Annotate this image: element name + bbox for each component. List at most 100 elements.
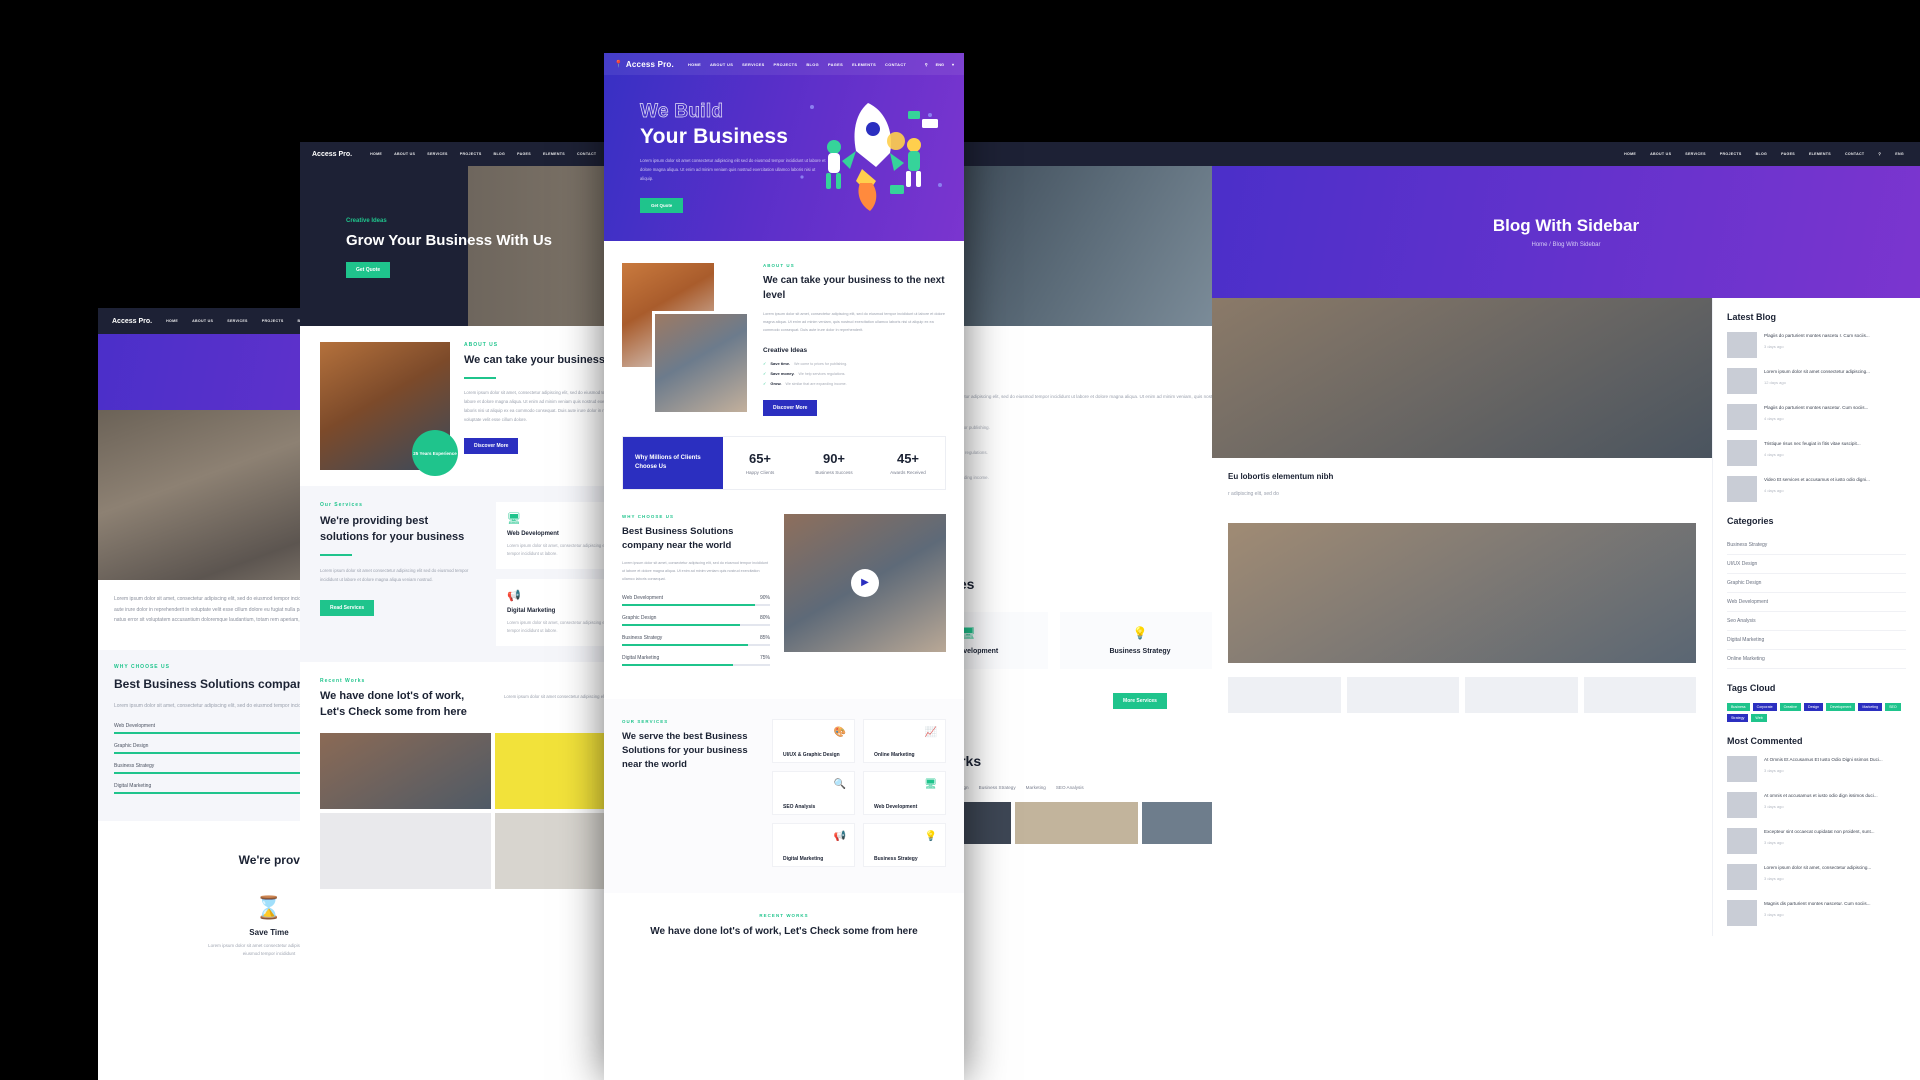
- p3-tag[interactable]: Design: [1803, 703, 1824, 711]
- check-icon: ✓: [763, 380, 767, 386]
- play-icon[interactable]: ▶: [851, 568, 879, 597]
- p3-tag[interactable]: SEO: [1885, 703, 1901, 711]
- p2-nav-about[interactable]: ABOUT US: [394, 152, 415, 156]
- service-card[interactable]: 🖥 Web Development: [863, 770, 946, 815]
- p3-category[interactable]: Graphic Design: [1727, 574, 1906, 593]
- search-icon[interactable]: ⚲: [1878, 152, 1881, 156]
- service-card[interactable]: 📢 Digital Marketing: [772, 822, 855, 867]
- p3-category[interactable]: Business Strategy: [1727, 536, 1906, 555]
- p2-nav-blog[interactable]: BLOG: [494, 152, 506, 156]
- p3-category[interactable]: Web Development: [1727, 593, 1906, 612]
- p3-nav-projects[interactable]: PROJECTS: [1720, 152, 1742, 156]
- site-logo[interactable]: 📍 Access Pro.: [614, 60, 674, 69]
- p3-latest-post[interactable]: Plagiis do parturient montes nascetu r. …: [1727, 332, 1906, 358]
- about-discover-button[interactable]: Discover More: [763, 399, 818, 416]
- p3-nav-home[interactable]: HOME: [1624, 152, 1636, 156]
- p3-lang[interactable]: ENG: [1895, 152, 1904, 156]
- p3-category[interactable]: Seo Analysis: [1727, 612, 1906, 631]
- p3-latest-post[interactable]: Video Et services et accusamus et iusto …: [1727, 476, 1906, 502]
- p2-logo[interactable]: Access Pro.: [312, 151, 352, 158]
- p3-tag[interactable]: Corporate: [1752, 703, 1777, 711]
- service-card[interactable]: 📈 Online Marketing: [863, 718, 946, 763]
- p3-nav-elements[interactable]: ELEMENTS: [1809, 152, 1831, 156]
- p2-read-services-button[interactable]: Read Services: [320, 599, 375, 616]
- gallery-item[interactable]: [320, 812, 491, 889]
- service-card[interactable]: 💡 Business Strategy: [863, 822, 946, 867]
- p3-nav-services[interactable]: SERVICES: [1685, 152, 1706, 156]
- service-card[interactable]: 🎨 UI/UX & Graphic Design: [772, 718, 855, 763]
- p3-latest-post[interactable]: Tristique risus nec feugiat in fitis vit…: [1727, 440, 1906, 466]
- skill-track: [622, 603, 770, 606]
- p2-nav-projects[interactable]: PROJECTS: [460, 152, 482, 156]
- p1-logo[interactable]: Access Pro.: [112, 318, 152, 325]
- about-item-desc: We come to prices for publishing.: [794, 361, 848, 366]
- p2-experience-badge: 25 Years Experience: [412, 430, 458, 476]
- p2-nav-contact[interactable]: CONTACT: [577, 152, 596, 156]
- stat-caption: Happy Clients: [745, 469, 775, 475]
- p3-nav-about[interactable]: ABOUT US: [1650, 152, 1671, 156]
- nav-item-projects[interactable]: PROJECTS: [774, 62, 798, 67]
- p4-more-services-button[interactable]: More Services: [1113, 692, 1167, 709]
- nav-item-pages[interactable]: PAGES: [828, 62, 843, 67]
- p3-category[interactable]: Digital Marketing: [1727, 631, 1906, 650]
- p4-filter[interactable]: SEO Analysis: [1056, 785, 1084, 790]
- p4-service-card[interactable]: 💡 Business Strategy: [1060, 611, 1220, 669]
- featured-navbar[interactable]: 📍 Access Pro. HOME ABOUT US SERVICES PRO…: [604, 53, 964, 75]
- p2-hero-cta[interactable]: Get Quote: [346, 261, 391, 278]
- nav-item-elements[interactable]: ELEMENTS: [852, 62, 876, 67]
- p3-navbar[interactable]: HOME ABOUT US SERVICES PROJECTS BLOG PAG…: [1212, 142, 1920, 166]
- nav-item-contact[interactable]: CONTACT: [885, 62, 906, 67]
- service-card[interactable]: 🔍 SEO Analysis: [772, 770, 855, 815]
- p3-tag[interactable]: Development: [1826, 703, 1856, 711]
- service-title: Business Strategy: [874, 855, 918, 862]
- p3-post-image[interactable]: [1212, 298, 1712, 458]
- p3-latest-post[interactable]: Plagiis do parturient montes nascetur. C…: [1727, 404, 1906, 430]
- language-selector[interactable]: ENG: [936, 62, 944, 67]
- p4-filter[interactable]: Business Strategy: [979, 785, 1016, 790]
- p2-nav-home[interactable]: HOME: [370, 152, 382, 156]
- p1-nav-home[interactable]: HOME: [166, 319, 178, 323]
- p4-filter[interactable]: Marketing: [1026, 785, 1046, 790]
- p1-nav-projects[interactable]: PROJECTS: [262, 319, 284, 323]
- gallery-item[interactable]: [320, 732, 491, 809]
- nav-item-services[interactable]: SERVICES: [742, 62, 764, 67]
- search-icon[interactable]: ⚲: [925, 62, 928, 67]
- p2-discover-button[interactable]: Discover More: [464, 438, 519, 454]
- p3-category[interactable]: UI/UX Design: [1727, 555, 1906, 574]
- p2-nav-services[interactable]: SERVICES: [427, 152, 448, 156]
- check-icon: ✓: [763, 360, 767, 366]
- nav-item-blog[interactable]: BLOG: [806, 62, 819, 67]
- p3-post-title[interactable]: Eu lobortis elementum nibh: [1228, 472, 1696, 481]
- recent-works-section: RECENT WORKS We have done lot's of work,…: [604, 893, 964, 939]
- p3-tag[interactable]: Creative: [1779, 703, 1801, 711]
- p3-nav-pages[interactable]: PAGES: [1781, 152, 1795, 156]
- featured-screenshot-panel[interactable]: 📍 Access Pro. HOME ABOUT US SERVICES PRO…: [604, 53, 964, 1080]
- video-thumbnail[interactable]: ▶: [784, 513, 946, 652]
- p3-latest-post[interactable]: Lorem ipsum dolor sit amet consectetur a…: [1727, 368, 1906, 394]
- p1-nav-services[interactable]: SERVICES: [227, 319, 248, 323]
- p3-post-image[interactable]: [1228, 523, 1696, 663]
- p1-nav-about[interactable]: ABOUT US: [192, 319, 213, 323]
- p3-most-post[interactable]: At omnis et accusamus et iusto odio dign…: [1727, 792, 1906, 818]
- p3-most-post[interactable]: Magnis dis parturient montes nascetur. C…: [1727, 900, 1906, 926]
- p2-nav-elements[interactable]: ELEMENTS: [543, 152, 565, 156]
- nav-item-home[interactable]: HOME: [688, 62, 701, 67]
- chevron-down-icon[interactable]: ▾: [952, 62, 954, 67]
- p2-nav-pages[interactable]: PAGES: [517, 152, 531, 156]
- p3-tag[interactable]: Marketing: [1858, 703, 1883, 711]
- p4-work-thumb[interactable]: [1015, 801, 1138, 844]
- p3-nav-contact[interactable]: CONTACT: [1845, 152, 1864, 156]
- p3-tag[interactable]: Web: [1751, 714, 1767, 722]
- p3-tag[interactable]: Strategy: [1727, 714, 1749, 722]
- about-heading: We can take your business to the next le…: [763, 275, 945, 301]
- post-title: Excepteur sint occaecat cupidatat non pr…: [1764, 829, 1875, 834]
- p3-category[interactable]: Online Marketing: [1727, 650, 1906, 669]
- p3-most-post[interactable]: Lorem ipsum dolor sit amet, consectetur …: [1727, 864, 1906, 890]
- nav-item-about-us[interactable]: ABOUT US: [710, 62, 733, 67]
- hero-cta-button[interactable]: Get Quote: [640, 198, 684, 214]
- p3-nav-blog[interactable]: BLOG: [1756, 152, 1768, 156]
- p3-tag[interactable]: Business: [1727, 703, 1750, 711]
- p3-most-post[interactable]: Excepteur sint occaecat cupidatat non pr…: [1727, 828, 1906, 854]
- p3-most-post[interactable]: At Omnis Et Accusamus Et Iusto Odio Dign…: [1727, 756, 1906, 782]
- screenshot-panel-blog-sidebar[interactable]: HOME ABOUT US SERVICES PROJECTS BLOG PAG…: [1212, 142, 1920, 1080]
